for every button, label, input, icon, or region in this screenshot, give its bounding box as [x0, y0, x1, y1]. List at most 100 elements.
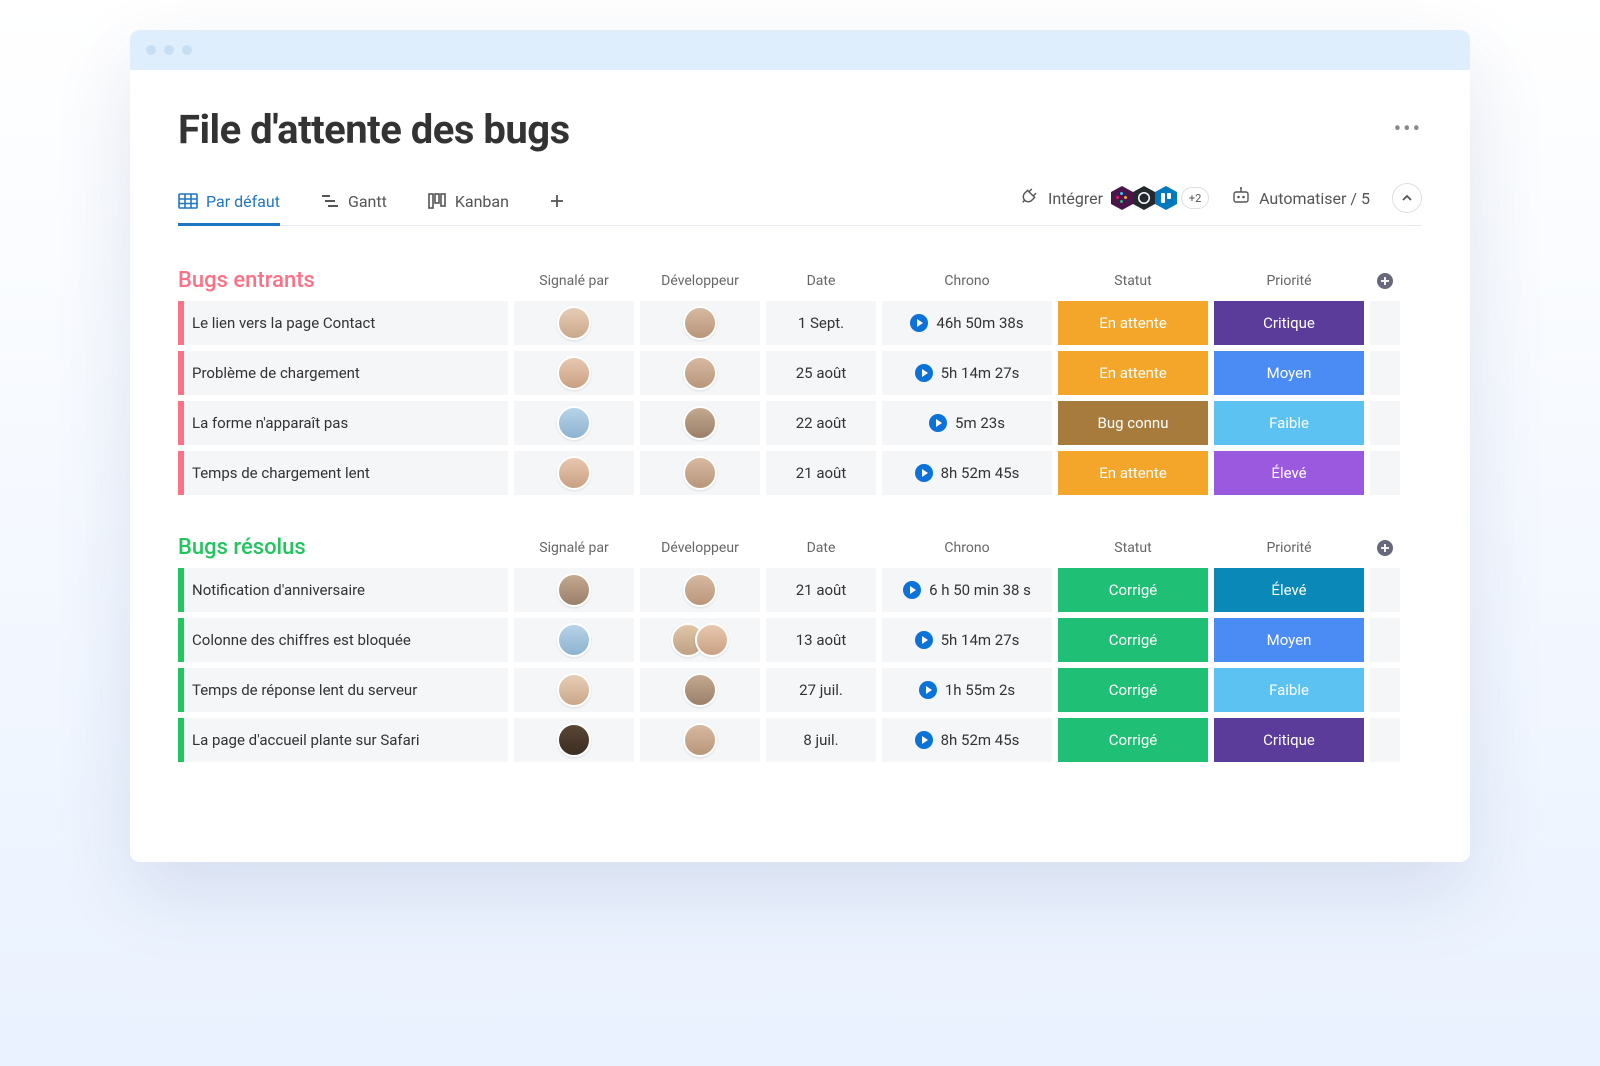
col-header-chrono[interactable]: Chrono — [882, 540, 1052, 556]
developer-cell[interactable] — [640, 451, 760, 495]
more-options-button[interactable]: ••• — [1394, 117, 1422, 142]
chrono-cell[interactable]: 5m 23s — [882, 401, 1052, 445]
developer-cell[interactable] — [640, 668, 760, 712]
priority-cell[interactable]: Moyen — [1214, 351, 1364, 395]
row-trailing-cell[interactable] — [1370, 618, 1400, 662]
task-name-cell[interactable]: Notification d'anniversaire — [178, 568, 508, 612]
developer-cell[interactable] — [640, 568, 760, 612]
task-name-cell[interactable]: Colonne des chiffres est bloquée — [178, 618, 508, 662]
chrono-cell[interactable]: 8h 52m 45s — [882, 451, 1052, 495]
row-trailing-cell[interactable] — [1370, 718, 1400, 762]
table-row[interactable]: Temps de chargement lent 21 août8h 52m 45… — [178, 451, 1422, 495]
row-trailing-cell[interactable] — [1370, 568, 1400, 612]
table-row[interactable]: Temps de réponse lent du serveur 27 juil.… — [178, 668, 1422, 712]
date-cell[interactable]: 21 août — [766, 568, 876, 612]
add-view-button[interactable] — [549, 183, 565, 223]
table-row[interactable]: Le lien vers la page Contact 1 Sept.46h 5… — [178, 301, 1422, 345]
view-tabs: Par défaut Gantt Kanban — [178, 181, 565, 225]
date-cell[interactable]: 22 août — [766, 401, 876, 445]
col-header-date[interactable]: Date — [766, 540, 876, 556]
task-name-cell[interactable]: Problème de chargement — [178, 351, 508, 395]
col-header-developer[interactable]: Développeur — [640, 273, 760, 289]
row-trailing-cell[interactable] — [1370, 668, 1400, 712]
reporter-cell[interactable] — [514, 451, 634, 495]
chrono-cell[interactable]: 5h 14m 27s — [882, 618, 1052, 662]
table-row[interactable]: La page d'accueil plante sur Safari 8 jui… — [178, 718, 1422, 762]
col-header-status[interactable]: Statut — [1058, 273, 1208, 289]
reporter-cell[interactable] — [514, 568, 634, 612]
reporter-cell[interactable] — [514, 718, 634, 762]
developer-cell[interactable] — [640, 618, 760, 662]
board-groups: Bugs entrants Signalé par Développeur Date C… — [178, 268, 1422, 762]
task-name-cell[interactable]: La forme n'apparaît pas — [178, 401, 508, 445]
priority-cell[interactable]: Faible — [1214, 401, 1364, 445]
row-trailing-cell[interactable] — [1370, 301, 1400, 345]
reporter-cell[interactable] — [514, 301, 634, 345]
task-name-cell[interactable]: Le lien vers la page Contact — [178, 301, 508, 345]
date-cell[interactable]: 25 août — [766, 351, 876, 395]
chrono-cell[interactable]: 8h 52m 45s — [882, 718, 1052, 762]
developer-cell[interactable] — [640, 401, 760, 445]
col-header-status[interactable]: Statut — [1058, 540, 1208, 556]
priority-cell[interactable]: Élevé — [1214, 568, 1364, 612]
status-cell[interactable]: Corrigé — [1058, 668, 1208, 712]
date-cell[interactable]: 27 juil. — [766, 668, 876, 712]
chrono-cell[interactable]: 46h 50m 38s — [882, 301, 1052, 345]
table-row[interactable]: Colonne des chiffres est bloquée 13 août5… — [178, 618, 1422, 662]
automate-button[interactable]: Automatiser / 5 — [1231, 187, 1370, 209]
table-row[interactable]: La forme n'apparaît pas 22 août5m 23sBug … — [178, 401, 1422, 445]
priority-cell[interactable]: Élevé — [1214, 451, 1364, 495]
view-tab-default[interactable]: Par défaut — [178, 181, 280, 225]
integration-more-badge[interactable]: +2 — [1181, 187, 1209, 209]
developer-cell[interactable] — [640, 301, 760, 345]
col-header-chrono[interactable]: Chrono — [882, 273, 1052, 289]
row-trailing-cell[interactable] — [1370, 351, 1400, 395]
row-trailing-cell[interactable] — [1370, 451, 1400, 495]
reporter-cell[interactable] — [514, 668, 634, 712]
col-header-date[interactable]: Date — [766, 273, 876, 289]
priority-cell[interactable]: Faible — [1214, 668, 1364, 712]
table-row[interactable]: Problème de chargement 25 août5h 14m 27sE… — [178, 351, 1422, 395]
task-name-cell[interactable]: Temps de chargement lent — [178, 451, 508, 495]
table-row[interactable]: Notification d'anniversaire 21 août6 h 50… — [178, 568, 1422, 612]
reporter-cell[interactable] — [514, 351, 634, 395]
task-name-cell[interactable]: La page d'accueil plante sur Safari — [178, 718, 508, 762]
status-cell[interactable]: En attente — [1058, 301, 1208, 345]
status-cell[interactable]: Corrigé — [1058, 718, 1208, 762]
date-cell[interactable]: 21 août — [766, 451, 876, 495]
view-tab-kanban[interactable]: Kanban — [427, 181, 509, 225]
view-tab-gantt[interactable]: Gantt — [320, 181, 387, 225]
status-cell[interactable]: En attente — [1058, 351, 1208, 395]
status-cell[interactable]: Corrigé — [1058, 568, 1208, 612]
developer-cell[interactable] — [640, 351, 760, 395]
date-cell[interactable]: 8 juil. — [766, 718, 876, 762]
add-column-button[interactable] — [1370, 539, 1400, 557]
group-title[interactable]: Bugs entrants — [178, 268, 508, 293]
chrono-cell[interactable]: 1h 55m 2s — [882, 668, 1052, 712]
col-header-reporter[interactable]: Signalé par — [514, 540, 634, 556]
status-cell[interactable]: Bug connu — [1058, 401, 1208, 445]
collapse-toolbar-button[interactable] — [1392, 183, 1422, 213]
avatar — [557, 723, 591, 757]
status-cell[interactable]: Corrigé — [1058, 618, 1208, 662]
reporter-cell[interactable] — [514, 401, 634, 445]
chrono-cell[interactable]: 5h 14m 27s — [882, 351, 1052, 395]
reporter-cell[interactable] — [514, 618, 634, 662]
developer-cell[interactable] — [640, 718, 760, 762]
col-header-priority[interactable]: Priorité — [1214, 540, 1364, 556]
priority-cell[interactable]: Critique — [1214, 301, 1364, 345]
row-trailing-cell[interactable] — [1370, 401, 1400, 445]
col-header-reporter[interactable]: Signalé par — [514, 273, 634, 289]
integrate-button[interactable]: Intégrer +2 — [1020, 185, 1209, 211]
status-cell[interactable]: En attente — [1058, 451, 1208, 495]
chrono-cell[interactable]: 6 h 50 min 38 s — [882, 568, 1052, 612]
task-name-cell[interactable]: Temps de réponse lent du serveur — [178, 668, 508, 712]
group-title[interactable]: Bugs résolus — [178, 535, 508, 560]
priority-cell[interactable]: Moyen — [1214, 618, 1364, 662]
priority-cell[interactable]: Critique — [1214, 718, 1364, 762]
col-header-priority[interactable]: Priorité — [1214, 273, 1364, 289]
date-cell[interactable]: 1 Sept. — [766, 301, 876, 345]
add-column-button[interactable] — [1370, 272, 1400, 290]
date-cell[interactable]: 13 août — [766, 618, 876, 662]
col-header-developer[interactable]: Développeur — [640, 540, 760, 556]
